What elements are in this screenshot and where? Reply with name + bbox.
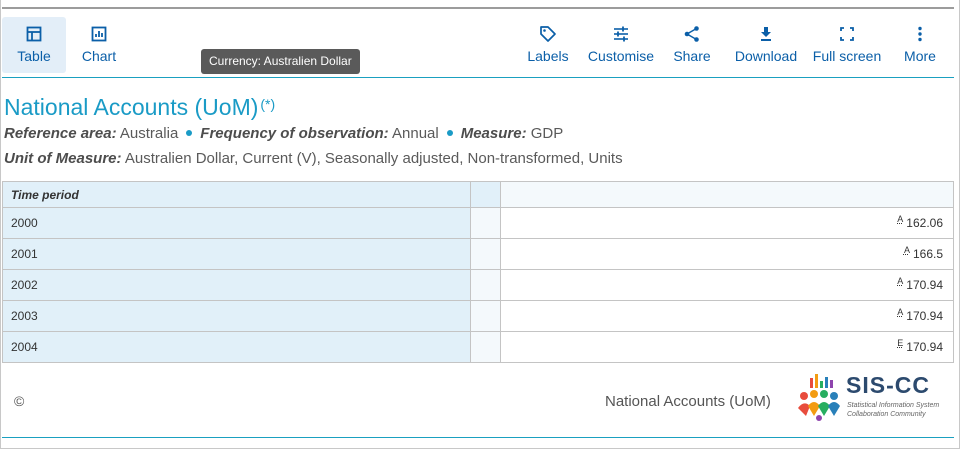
reference-area-value: Australia	[119, 125, 179, 142]
value-cell: A 170.94	[500, 269, 954, 301]
separator-dot	[186, 130, 193, 137]
download-button[interactable]: Download	[730, 17, 802, 73]
logo-subtitle-2: Collaboration Community	[847, 411, 926, 418]
chart-view-label: Chart	[81, 48, 117, 64]
more-button[interactable]: More	[898, 17, 942, 73]
spacer-cell	[470, 238, 501, 270]
sis-cc-logo-mark	[798, 374, 840, 421]
table-row: 2003 A 170.94	[2, 300, 954, 332]
value-cell: A 170.94	[500, 300, 954, 332]
share-button[interactable]: Share	[668, 17, 716, 73]
logo-subtitle-1: Statistical Information System	[847, 402, 940, 409]
more-vertical-icon	[910, 24, 930, 44]
share-label: Share	[673, 48, 711, 64]
toolbar: Table Chart Labels Customise Share Downl…	[2, 16, 954, 74]
reference-area-label: Reference area:	[4, 125, 117, 142]
sis-cc-logo: SIS-CC Statistical Information System Co…	[794, 372, 944, 424]
fullscreen-icon	[837, 24, 857, 44]
table-row: 2004 E 170.94	[2, 331, 954, 363]
toolbar-divider	[2, 77, 954, 78]
metadata-line-2: Unit of Measure: Australien Dollar, Curr…	[4, 150, 623, 167]
download-label: Download	[734, 48, 798, 64]
spacer-cell	[470, 269, 501, 301]
frequency-value: Annual	[392, 125, 439, 142]
fullscreen-button[interactable]: Full screen	[808, 17, 886, 73]
observation-value: 170.94	[906, 309, 943, 323]
frequency-label: Frequency of observation:	[200, 125, 389, 142]
page-title-text: National Accounts (UoM)	[4, 94, 259, 120]
spacer-cell	[470, 331, 501, 363]
table-icon	[24, 24, 44, 44]
table-row: 2002 A 170.94	[2, 269, 954, 301]
customise-button[interactable]: Customise	[582, 17, 660, 73]
labels-label: Labels	[527, 48, 569, 64]
share-icon	[682, 24, 702, 44]
data-table: Time period 2000 A 162.06 2001 A 166.5 200…	[2, 181, 954, 363]
asterisk-link[interactable]: (*)	[260, 96, 275, 112]
value-cell: A 162.06	[500, 207, 954, 239]
period-cell: 2000	[2, 207, 471, 239]
observation-value: 170.94	[906, 278, 943, 292]
labels-button[interactable]: Labels	[520, 17, 576, 73]
period-cell: 2003	[2, 300, 471, 332]
table-view-button[interactable]: Table	[2, 17, 66, 73]
time-period-header: Time period	[2, 181, 471, 208]
observation-value: 166.5	[912, 247, 943, 261]
page-title: National Accounts (UoM) (*)	[4, 94, 275, 121]
footer-divider	[2, 437, 954, 438]
logo-text: SIS-CC	[846, 372, 930, 398]
footer-title: National Accounts (UoM)	[605, 393, 771, 410]
chart-view-button[interactable]: Chart	[68, 17, 130, 73]
unit-value: Australien Dollar, Current (V), Seasonal…	[124, 150, 623, 167]
fullscreen-label: Full screen	[812, 48, 882, 64]
customise-label: Customise	[587, 48, 655, 64]
observation-flag[interactable]: A	[897, 307, 903, 317]
table-row: 2000 A 162.06	[2, 207, 954, 239]
observation-flag[interactable]: E	[897, 338, 903, 348]
table-view-label: Table	[17, 48, 51, 64]
period-cell: 2001	[2, 238, 471, 270]
measure-value: GDP	[530, 125, 564, 142]
observation-flag[interactable]: A	[904, 245, 910, 255]
tune-icon	[611, 24, 631, 44]
currency-tooltip: Currency: Australien Dollar	[201, 49, 360, 74]
observation-value: 162.06	[906, 216, 943, 230]
header-value-cell	[500, 181, 954, 208]
spacer-cell	[470, 207, 501, 239]
period-cell: 2002	[2, 269, 471, 301]
spacer-cell	[470, 300, 501, 332]
unit-label: Unit of Measure:	[4, 150, 122, 167]
value-cell: A 166.5	[500, 238, 954, 270]
chart-icon	[89, 24, 109, 44]
download-icon	[756, 24, 776, 44]
header-spacer-cell	[470, 181, 501, 208]
period-cell: 2004	[2, 331, 471, 363]
measure-label: Measure:	[460, 125, 527, 142]
more-label: More	[904, 48, 936, 64]
observation-value: 170.94	[906, 340, 943, 354]
separator-dot	[446, 130, 453, 137]
footer: © National Accounts (UoM) SIS-CC Statist…	[2, 362, 954, 440]
value-cell: E 170.94	[500, 331, 954, 363]
metadata-line-1: Reference area: Australia Frequency of ob…	[4, 125, 563, 142]
tag-icon	[538, 24, 558, 44]
observation-flag[interactable]: A	[897, 276, 903, 286]
observation-flag[interactable]: A	[897, 214, 903, 224]
copyright-symbol[interactable]: ©	[14, 393, 24, 409]
table-row: 2001 A 166.5	[2, 238, 954, 270]
top-divider	[2, 7, 954, 9]
table-header-row: Time period	[2, 181, 954, 208]
